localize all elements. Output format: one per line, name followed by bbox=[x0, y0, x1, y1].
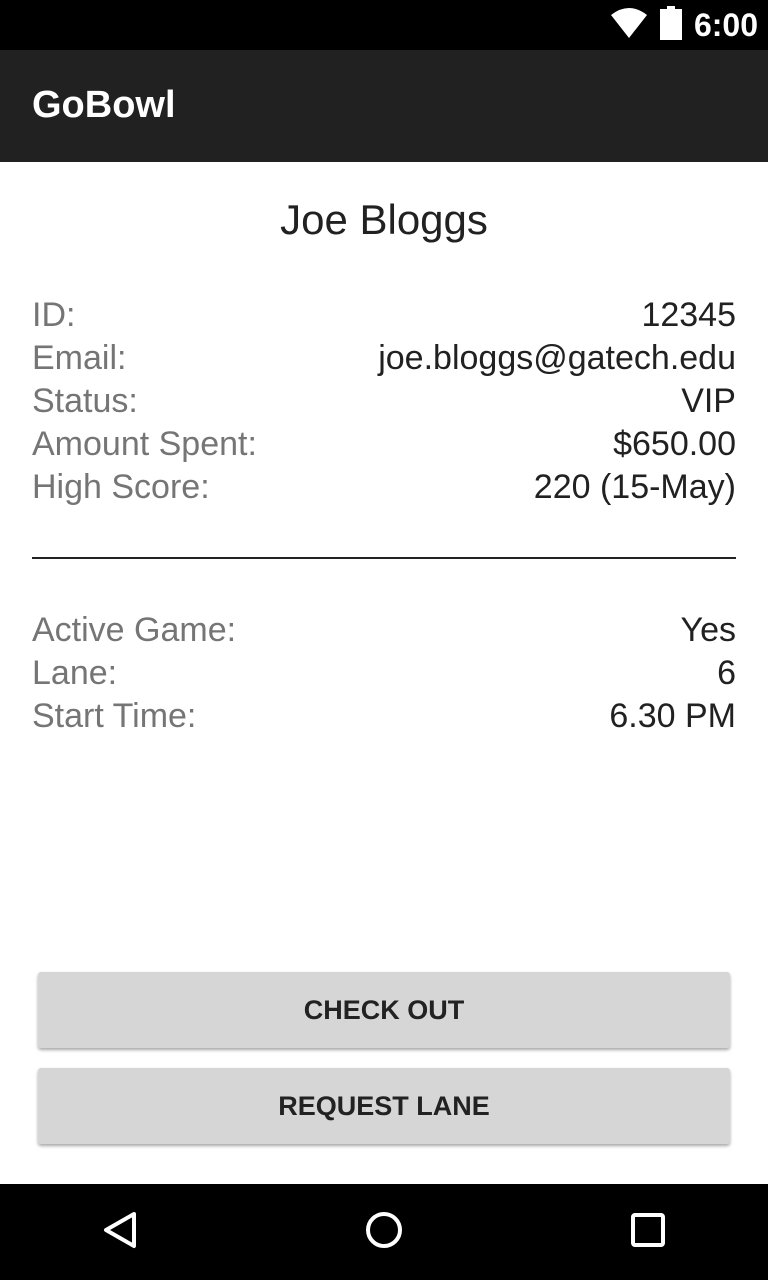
home-button[interactable] bbox=[324, 1184, 444, 1280]
navigation-bar bbox=[0, 1184, 768, 1280]
amount-spent-label: Amount Spent: bbox=[32, 425, 257, 463]
start-time-value: 6.30 PM bbox=[609, 697, 736, 735]
amount-spent-value: $650.00 bbox=[613, 425, 736, 463]
request-lane-button[interactable]: REQUEST LANE bbox=[38, 1068, 730, 1144]
detail-row-high-score: High Score: 220 (15-May) bbox=[32, 466, 736, 509]
detail-row-amount-spent: Amount Spent: $650.00 bbox=[32, 423, 736, 466]
status-value: VIP bbox=[681, 382, 736, 420]
email-value: joe.bloggs@gatech.edu bbox=[378, 339, 736, 377]
lane-value: 6 bbox=[717, 654, 736, 692]
detail-row-lane: Lane: 6 bbox=[32, 652, 736, 695]
battery-icon bbox=[659, 5, 682, 45]
id-label: ID: bbox=[32, 296, 76, 334]
detail-row-id: ID: 12345 bbox=[32, 294, 736, 337]
app-title: GoBowl bbox=[32, 84, 176, 126]
back-button[interactable] bbox=[60, 1184, 180, 1280]
game-details: Active Game: Yes Lane: 6 Start Time: 6.3… bbox=[32, 609, 736, 738]
active-game-value: Yes bbox=[680, 611, 736, 649]
status-time: 6:00 bbox=[693, 6, 758, 43]
home-icon bbox=[364, 1210, 404, 1255]
check-out-button[interactable]: CHECK OUT bbox=[38, 972, 730, 1048]
start-time-label: Start Time: bbox=[32, 697, 197, 735]
back-icon bbox=[100, 1210, 140, 1255]
profile-content: Joe Bloggs ID: 12345 Email: joe.bloggs@g… bbox=[0, 162, 768, 1184]
recents-button[interactable] bbox=[588, 1184, 708, 1280]
active-game-label: Active Game: bbox=[32, 611, 237, 649]
app-bar: GoBowl bbox=[0, 50, 768, 162]
section-divider bbox=[32, 557, 736, 559]
lane-label: Lane: bbox=[32, 654, 118, 692]
detail-row-start-time: Start Time: 6.30 PM bbox=[32, 695, 736, 738]
email-label: Email: bbox=[32, 339, 127, 377]
id-value: 12345 bbox=[641, 296, 736, 334]
wifi-icon bbox=[610, 7, 648, 44]
detail-row-email: Email: joe.bloggs@gatech.edu bbox=[32, 337, 736, 380]
high-score-label: High Score: bbox=[32, 468, 210, 506]
detail-row-status: Status: VIP bbox=[32, 380, 736, 423]
status-bar: 6:00 bbox=[0, 0, 768, 50]
customer-details: ID: 12345 Email: joe.bloggs@gatech.edu S… bbox=[32, 294, 736, 509]
high-score-value: 220 (15-May) bbox=[533, 468, 736, 506]
status-icons: 6:00 bbox=[610, 0, 758, 50]
recents-icon bbox=[630, 1212, 666, 1253]
status-label: Status: bbox=[32, 382, 138, 420]
detail-row-active-game: Active Game: Yes bbox=[32, 609, 736, 652]
customer-name: Joe Bloggs bbox=[280, 196, 488, 243]
